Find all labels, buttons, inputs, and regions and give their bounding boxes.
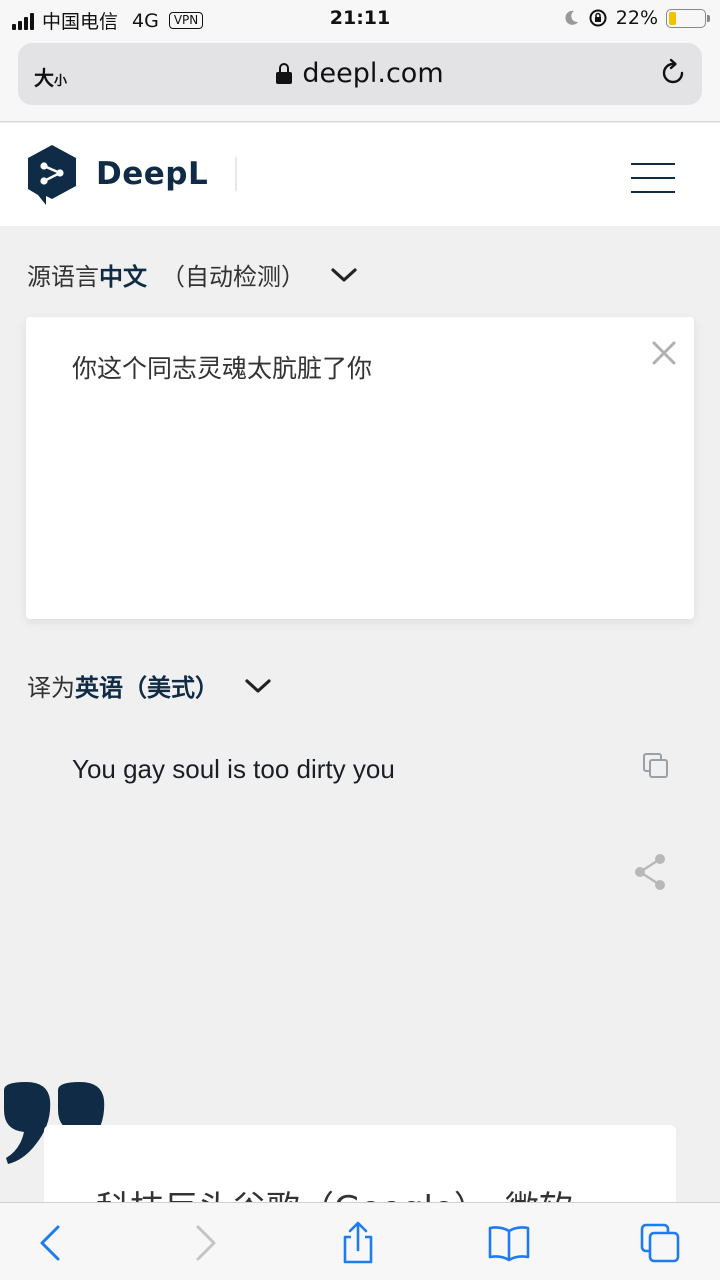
target-language-name: 英语（美式） [75,674,219,702]
moon-icon [565,10,578,25]
brand-name[interactable]: DeepL [96,156,208,192]
source-language-prefix: 源语言 [27,263,99,291]
orientation-lock-icon [589,9,607,27]
target-language-selector[interactable]: 译为 英语（美式） [27,668,273,703]
chevron-right-icon [196,1225,216,1261]
browser-toolbar [0,1202,720,1280]
chevron-down-icon[interactable] [329,265,359,285]
deepl-logo-icon[interactable] [26,144,78,206]
close-icon[interactable] [652,341,676,365]
source-text[interactable]: 你这个同志灵魂太肮脏了你 [72,349,372,385]
bookmarks-button[interactable] [487,1221,531,1265]
lock-icon [276,63,293,84]
auto-detect-label: （自动检测） [161,263,305,291]
source-language-name: 中文 [99,263,147,291]
status-bar: 中国电信 4G VPN 21:11 22% [0,0,720,40]
tabs-icon [640,1223,680,1263]
chevron-left-icon [40,1225,60,1261]
url-display[interactable]: deepl.com [18,58,702,89]
share-icon[interactable] [632,852,668,892]
tabs-button[interactable] [638,1221,682,1265]
reload-icon[interactable] [658,58,688,88]
translation-text[interactable]: You gay soul is too dirty you [72,754,395,785]
battery-icon [666,8,710,28]
source-language-selector[interactable]: 源语言 中文 （自动检测） [27,257,359,292]
source-text-area[interactable]: 你这个同志灵魂太肮脏了你 [26,317,694,619]
share-button[interactable] [336,1221,380,1265]
site-header: DeepL [0,123,720,226]
forward-button[interactable] [184,1221,228,1265]
hamburger-menu-icon[interactable] [631,163,675,195]
book-icon [488,1226,530,1262]
back-button[interactable] [28,1221,72,1265]
battery-percent: 22% [615,7,658,29]
share-upload-icon [343,1221,373,1264]
copy-icon[interactable] [642,752,670,780]
header-divider [235,157,237,191]
target-language-prefix: 译为 [27,674,75,702]
browser-address-area: 大小 deepl.com [0,40,720,122]
chevron-down-icon[interactable] [243,676,273,696]
address-bar[interactable]: 大小 deepl.com [18,43,702,105]
